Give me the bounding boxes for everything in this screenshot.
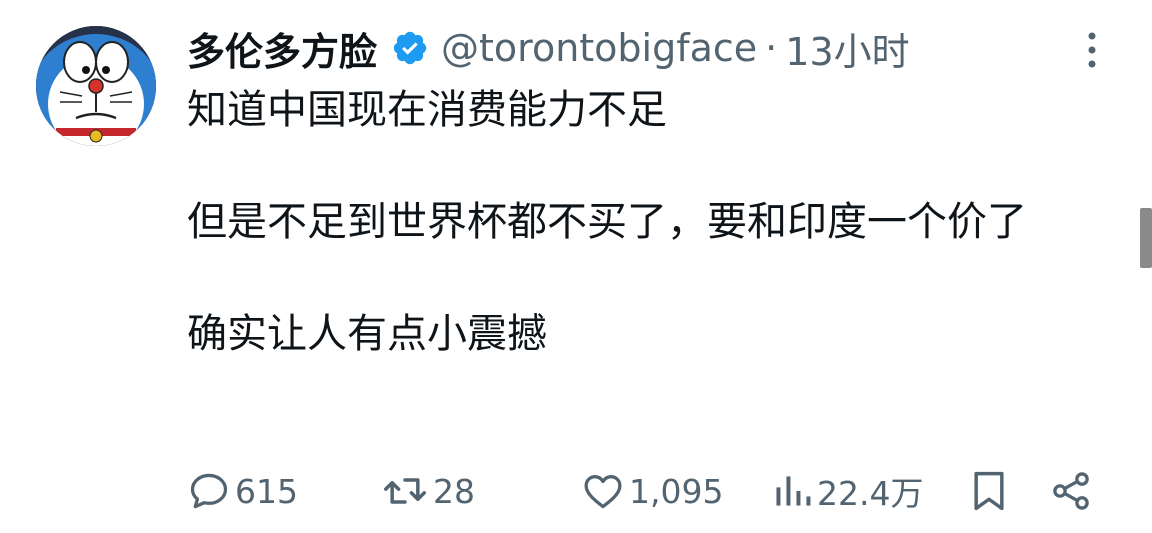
tweet-paragraph: 但是不足到世界杯都不买了，要和印度一个价了 [187, 199, 1027, 245]
reply-button[interactable]: 615 [187, 466, 298, 516]
bookmark-button[interactable] [969, 466, 1009, 516]
tweet: 多伦多方脸 @torontobigface · 13小时 知道中国现在消费能力不… [0, 0, 1152, 533]
share-icon [1053, 472, 1089, 510]
tweet-paragraph: 确实让人有点小震撼 [187, 311, 547, 357]
tweet-timestamp[interactable]: 13小时 [785, 21, 909, 76]
share-button[interactable] [1049, 466, 1093, 516]
action-bar: 615 28 1,095 22.4万 [187, 466, 1097, 516]
heart-icon [584, 475, 622, 509]
views-count: 22.4万 [817, 474, 924, 513]
scrollbar-thumb[interactable] [1140, 208, 1152, 268]
verified-badge-icon [391, 29, 429, 67]
reply-icon [190, 473, 228, 509]
retweet-count: 28 [433, 471, 475, 511]
reply-count: 615 [235, 471, 298, 511]
tweet-paragraph: 知道中国现在消费能力不足 [187, 87, 667, 133]
like-button[interactable]: 1,095 [581, 466, 723, 516]
display-name[interactable]: 多伦多方脸 [187, 21, 377, 76]
retweet-button[interactable]: 28 [381, 466, 475, 516]
tweet-text: 知道中国现在消费能力不足 但是不足到世界杯都不买了，要和印度一个价了 确实让人有… [187, 82, 1087, 362]
avatar[interactable] [36, 26, 156, 146]
separator-dot: · [765, 26, 778, 70]
more-vertical-icon[interactable] [1082, 28, 1102, 72]
bookmark-icon [974, 471, 1004, 511]
tweet-header: 多伦多方脸 @torontobigface · 13小时 [187, 20, 910, 76]
retweet-icon [384, 478, 426, 504]
views-chart-icon [776, 476, 811, 506]
like-count: 1,095 [629, 471, 724, 511]
user-handle[interactable]: @torontobigface [441, 26, 757, 70]
views-button[interactable]: 22.4万 [773, 466, 923, 516]
doraemon-avatar [36, 26, 156, 146]
